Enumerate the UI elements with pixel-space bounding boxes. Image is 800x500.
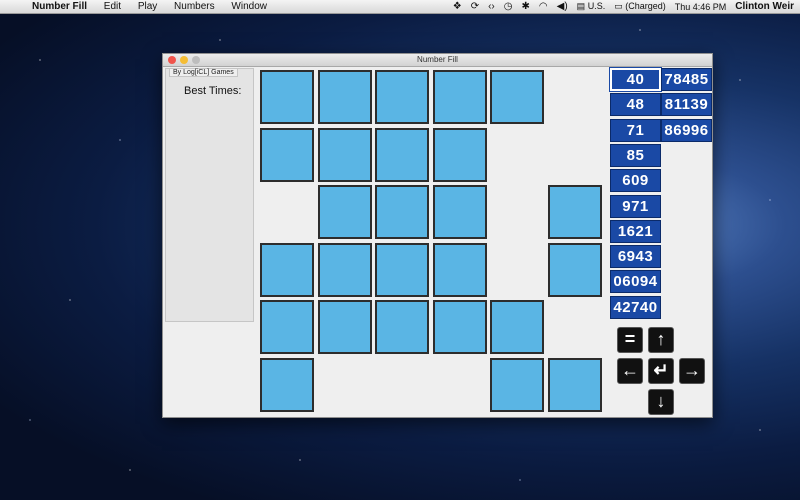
up-arrow-button[interactable]: ↑: [648, 327, 674, 353]
grid-cell-filled[interactable]: [375, 127, 429, 182]
grid-cell-filled[interactable]: [432, 300, 487, 354]
equals-button[interactable]: =: [617, 327, 643, 353]
grid-cell-filled[interactable]: [260, 357, 314, 412]
grid-cell-empty[interactable]: [490, 185, 544, 239]
grid-cell-filled[interactable]: [317, 127, 372, 182]
grid-cell-filled[interactable]: [432, 242, 487, 297]
sidebar-tab-credits[interactable]: By Log[iCL] Games: [169, 69, 238, 77]
minimize-window-icon[interactable]: [180, 56, 188, 64]
down-arrow-button[interactable]: ↓: [648, 389, 674, 415]
number-tile[interactable]: 40: [609, 67, 662, 92]
right-arrow-button[interactable]: →: [679, 358, 705, 384]
grid-cell-empty[interactable]: [260, 185, 314, 239]
number-tile[interactable]: 81139: [661, 93, 712, 117]
input-source-menu[interactable]: ▤ U.S.: [577, 1, 606, 12]
bluetooth-icon[interactable]: ✱: [522, 1, 530, 12]
best-times-label: Best Times:: [184, 85, 242, 97]
grid-cell-empty[interactable]: [548, 128, 602, 182]
time-machine-icon[interactable]: ◷: [504, 1, 513, 12]
grid-cell-filled[interactable]: [260, 300, 314, 354]
game-window: Number Fill By Log[iCL] Games Best Times…: [162, 53, 713, 418]
number-tile[interactable]: 85: [610, 143, 661, 167]
grid-cell-empty[interactable]: [433, 358, 487, 412]
battery-status: (Charged): [625, 1, 666, 11]
grid-cell-filled[interactable]: [260, 127, 314, 182]
clock[interactable]: Thu 4:46 PM: [675, 2, 727, 12]
flag-icon: ▤: [576, 1, 586, 11]
grid-cell-empty[interactable]: [548, 70, 602, 124]
user-menu[interactable]: Clinton Weir: [735, 1, 794, 12]
menu-window[interactable]: Window: [231, 1, 267, 12]
app-status-icon[interactable]: ❖: [453, 1, 462, 12]
grid-cell-filled[interactable]: [490, 357, 544, 412]
grid-cell-filled[interactable]: [432, 70, 487, 124]
code-icon[interactable]: ‹›: [488, 1, 495, 12]
number-tile[interactable]: 42740: [610, 295, 661, 319]
volume-icon[interactable]: ◀): [557, 1, 568, 12]
wifi-icon[interactable]: ◠: [539, 1, 548, 12]
grid-cell-filled[interactable]: [260, 70, 314, 124]
number-tile[interactable]: 971: [610, 194, 661, 218]
number-tile[interactable]: 06094: [610, 270, 661, 294]
grid-cell-filled[interactable]: [375, 300, 429, 354]
grid-cell-filled[interactable]: [375, 242, 429, 297]
left-arrow-button[interactable]: ←: [617, 358, 643, 384]
sync-icon[interactable]: ⟳: [471, 1, 479, 12]
puzzle-grid: [260, 70, 608, 418]
battery-menu[interactable]: ▭ (Charged): [614, 1, 666, 12]
number-tile[interactable]: 78485: [661, 68, 712, 91]
number-tile[interactable]: 48: [610, 93, 661, 117]
grid-cell-filled[interactable]: [317, 185, 372, 239]
window-title: Number Fill: [417, 55, 458, 64]
number-tile[interactable]: 6943: [610, 245, 661, 269]
close-window-icon[interactable]: [168, 56, 176, 64]
grid-cell-filled[interactable]: [490, 70, 544, 124]
number-tile[interactable]: 86996: [661, 118, 712, 142]
grid-cell-filled[interactable]: [490, 300, 544, 354]
grid-cell-filled[interactable]: [375, 70, 429, 124]
menu-edit[interactable]: Edit: [104, 1, 121, 12]
grid-cell-empty[interactable]: [548, 300, 602, 354]
grid-cell-filled[interactable]: [317, 300, 372, 354]
grid-cell-filled[interactable]: [375, 185, 429, 239]
menu-play[interactable]: Play: [138, 1, 157, 12]
input-source-label: U.S.: [587, 1, 606, 11]
number-tile[interactable]: 1621: [610, 219, 661, 243]
grid-cell-filled[interactable]: [432, 185, 487, 239]
grid-cell-filled[interactable]: [317, 242, 372, 297]
grid-cell-empty[interactable]: [490, 243, 544, 297]
menu-app-name[interactable]: Number Fill: [32, 1, 87, 12]
number-tile[interactable]: 609: [610, 169, 661, 193]
window-titlebar: Number Fill: [163, 54, 712, 67]
grid-cell-filled[interactable]: [260, 242, 314, 297]
sidebar-panel: By Log[iCL] Games Best Times:: [165, 68, 254, 322]
number-tile[interactable]: 71: [610, 118, 661, 142]
menu-bar: Number Fill Edit Play Numbers Window ❖ ⟳…: [0, 0, 800, 14]
grid-cell-filled[interactable]: [547, 357, 602, 412]
zoom-window-icon[interactable]: [192, 56, 200, 64]
battery-icon: ▭: [614, 1, 623, 11]
enter-button[interactable]: ↵: [648, 358, 674, 384]
menu-numbers[interactable]: Numbers: [174, 1, 215, 12]
grid-cell-empty[interactable]: [318, 358, 372, 412]
grid-cell-filled[interactable]: [547, 242, 602, 297]
grid-cell-filled[interactable]: [432, 127, 487, 182]
grid-cell-empty[interactable]: [375, 358, 429, 412]
grid-cell-filled[interactable]: [547, 185, 602, 239]
grid-cell-filled[interactable]: [317, 70, 372, 124]
grid-cell-empty[interactable]: [490, 128, 544, 182]
